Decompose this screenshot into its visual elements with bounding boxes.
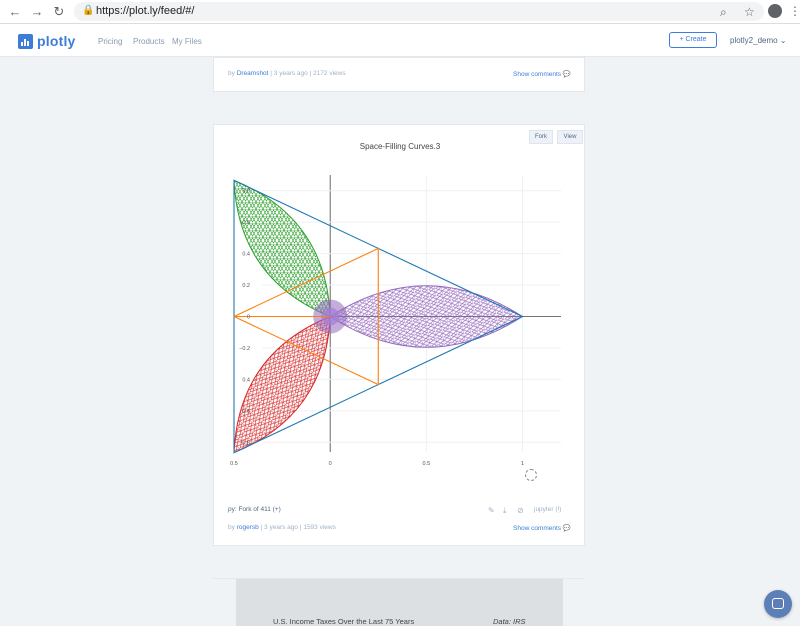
next-chart-preview[interactable]: U.S. Income Taxes Over the Last 75 Years… (236, 579, 563, 626)
preview-title: U.S. Income Taxes Over the Last 75 Years (273, 617, 415, 626)
author-link[interactable]: Dreamshot (237, 70, 269, 77)
x-tick-label: 0.5 (423, 461, 431, 467)
plotly-logo-icon (18, 33, 33, 49)
y-tick-label: −0.8 (239, 440, 250, 446)
y-tick-label: −0.2 (239, 346, 250, 352)
y-tick-label: 0.4 (242, 377, 250, 383)
author-link[interactable]: rogersb (237, 524, 259, 531)
view-count: 1593 views (303, 524, 336, 531)
site-header: plotly Pricing Products My Files + Creat… (0, 24, 800, 57)
plotly-logo[interactable]: plotly (18, 33, 76, 49)
browser-menu-icon[interactable]: ⋮ (789, 4, 800, 18)
chat-help-button[interactable] (764, 590, 792, 618)
link-icon[interactable]: ⊘ (517, 506, 524, 515)
chat-icon (772, 598, 784, 609)
back-arrow-icon[interactable]: ← (6, 3, 24, 21)
comment-icon: 💬 (562, 71, 571, 78)
y-tick-label: 0.6 (242, 220, 250, 226)
lock-icon: 🔒 (82, 5, 95, 16)
zoom-icon[interactable]: ⌕ (720, 5, 727, 20)
bookmark-star-icon[interactable]: ☆ (744, 5, 755, 19)
space-filling-curves-chart: 0.8 0.6 0.4 0.2 0 −0.2 0.4 0.6 −0.8 0.5 0 0.5 1 (230, 175, 561, 467)
preview-source: Data: IRS (493, 617, 526, 626)
user-menu[interactable]: plotly2_demo ⌄ (730, 36, 787, 45)
show-comments-link[interactable]: Show comments 💬 (513, 524, 571, 532)
x-tick-label: 0.5 (230, 461, 238, 467)
profile-avatar-icon[interactable] (768, 4, 782, 18)
post-time: 3 years ago (273, 70, 308, 77)
comment-icon: 💬 (562, 525, 571, 532)
feed-card: by Dreamshot | 3 years ago | 2172 views … (213, 57, 585, 92)
post-time: 3 years ago (264, 524, 299, 531)
view-count: 2172 views (313, 70, 346, 77)
download-icon[interactable]: ⤓ (503, 506, 507, 516)
logo-text: plotly (37, 33, 76, 49)
jupyter-link[interactable]: jupyter (!) (534, 506, 561, 513)
loading-spinner-icon (525, 469, 537, 481)
petal-curve (329, 285, 524, 348)
y-tick-label: 0.4 (242, 252, 250, 258)
y-tick-label: 0.6 (242, 409, 250, 415)
x-tick-label: 0 (329, 461, 332, 467)
url-text[interactable]: https://plot.ly/feed/#/ (96, 5, 194, 17)
nav-link-my-files[interactable]: My Files (172, 37, 202, 46)
fork-from-label[interactable]: py: Fork of 411 (+) (228, 506, 281, 513)
x-tick-label: 1 (521, 461, 524, 467)
forward-arrow-icon[interactable]: → (28, 3, 46, 21)
nav-link-pricing[interactable]: Pricing (98, 37, 122, 46)
petal-curve (233, 315, 331, 454)
y-tick-label: 0.2 (242, 283, 250, 289)
address-bar[interactable]: 🔒 https://plot.ly/feed/#/ ⌕ ☆ (74, 2, 764, 21)
create-button[interactable]: + Create (669, 32, 717, 48)
card-meta: by Dreamshot | 3 years ago | 2172 views (228, 70, 346, 77)
nav-link-products[interactable]: Products (133, 37, 165, 46)
show-comments-link[interactable]: Show comments 💬 (513, 70, 571, 78)
by-prefix: by (228, 524, 235, 531)
y-tick-label: 0.8 (242, 189, 250, 195)
petal-curve (233, 179, 331, 318)
feed-card: Fork View Space-Filling Curves.3 0.8 0.6 0… (213, 124, 585, 546)
edit-icon[interactable]: ✎ (488, 506, 495, 515)
card-meta: by rogersb | 3 years ago | 1593 views (228, 524, 336, 531)
y-tick-label: 0 (247, 315, 250, 321)
reload-icon[interactable]: ↻ (50, 3, 68, 21)
by-prefix: by (228, 70, 235, 77)
browser-chrome: ← → ↻ 🔒 https://plot.ly/feed/#/ ⌕ ☆ ⋮ (0, 0, 800, 24)
